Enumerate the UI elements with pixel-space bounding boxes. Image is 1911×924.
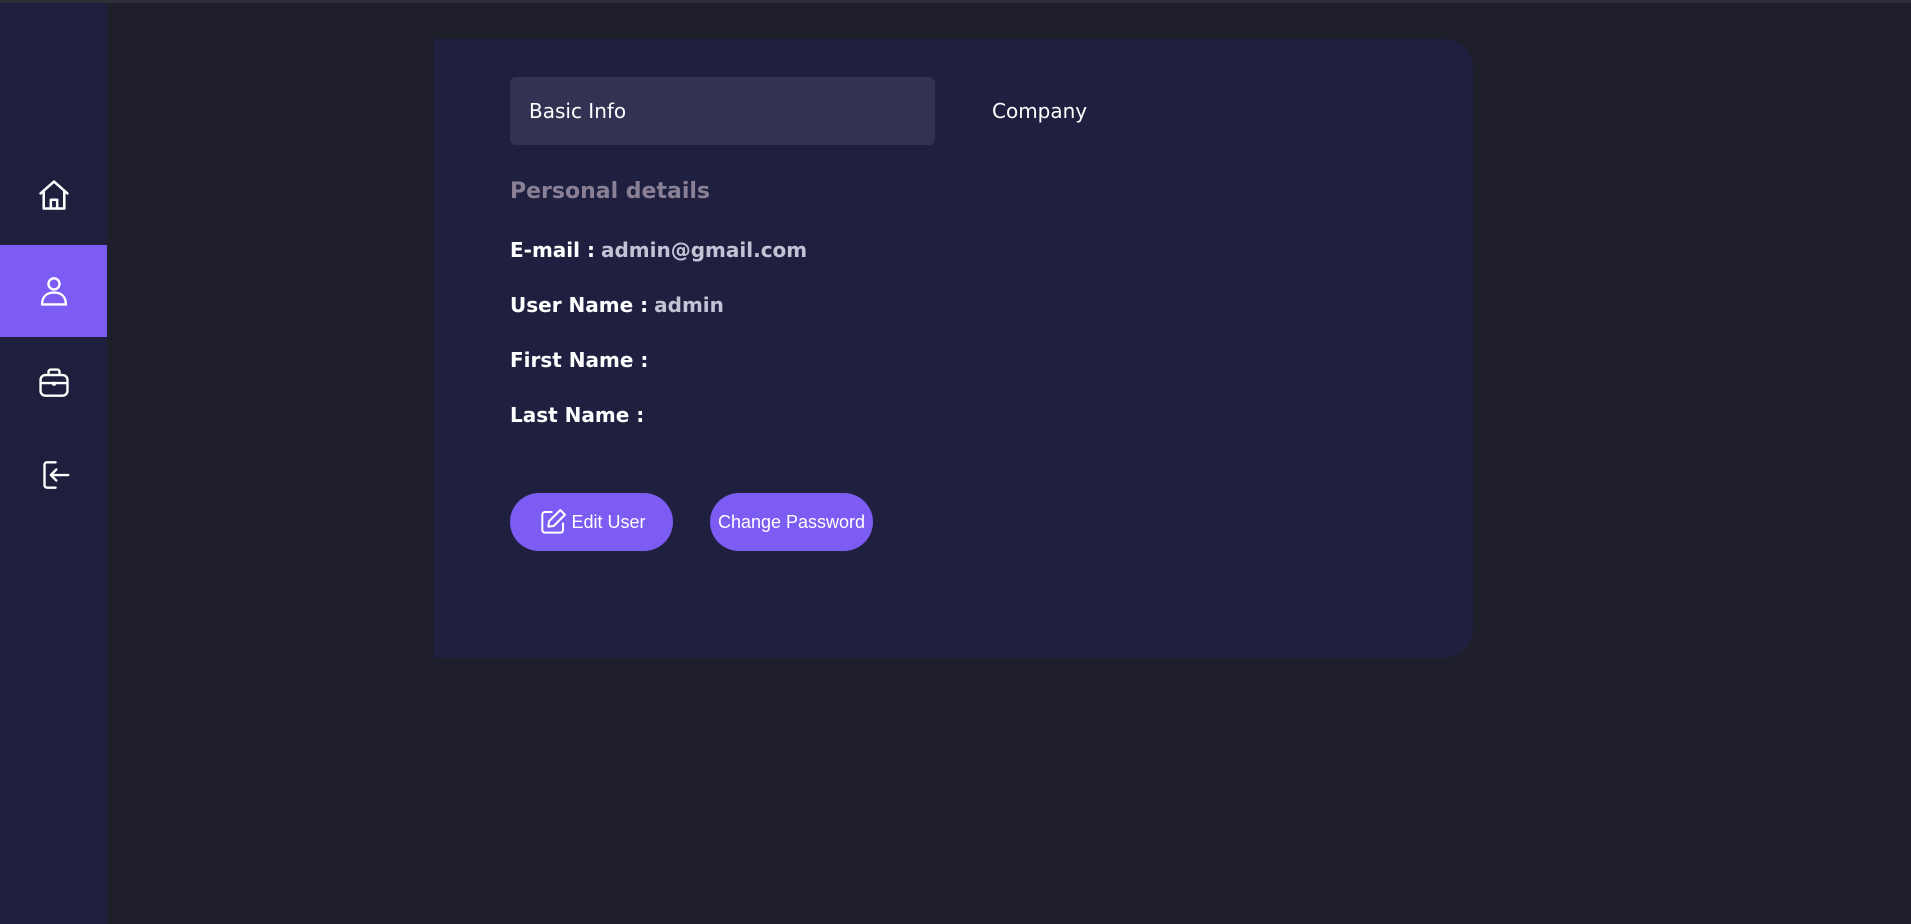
edit-user-button[interactable]: Edit User: [510, 493, 673, 551]
tab-basic-info[interactable]: Basic Info: [510, 77, 935, 145]
edit-user-label: Edit User: [571, 511, 646, 532]
username-row: User Name : admin: [510, 293, 724, 317]
briefcase-icon: [38, 368, 69, 397]
logout-icon: [42, 461, 69, 489]
tab-company[interactable]: Company: [992, 77, 1192, 145]
profile-card: Basic Info Company Personal details E-ma…: [434, 39, 1473, 658]
sidebar-item-company[interactable]: [0, 337, 107, 429]
firstname-label: First Name :: [510, 348, 649, 372]
email-value: admin@gmail.com: [600, 238, 808, 262]
firstname-row: First Name :: [510, 348, 654, 372]
sidebar-item-home[interactable]: [0, 149, 107, 241]
lastname-label: Last Name :: [510, 403, 645, 427]
edit-icon: [541, 509, 567, 534]
change-password-button[interactable]: Change Password: [710, 493, 873, 551]
top-border: [0, 0, 1911, 3]
sidebar-item-logout[interactable]: [0, 429, 107, 521]
home-icon: [38, 180, 69, 210]
user-icon: [40, 277, 67, 306]
email-label: E-mail :: [510, 238, 595, 262]
username-value: admin: [654, 293, 724, 317]
sidebar-item-profile[interactable]: [0, 245, 107, 337]
sidebar: [0, 3, 107, 924]
email-row: E-mail : admin@gmail.com: [510, 238, 807, 262]
username-label: User Name :: [510, 293, 649, 317]
change-password-label: Change Password: [717, 511, 866, 532]
lastname-row: Last Name :: [510, 403, 650, 427]
section-title: Personal details: [510, 179, 711, 204]
